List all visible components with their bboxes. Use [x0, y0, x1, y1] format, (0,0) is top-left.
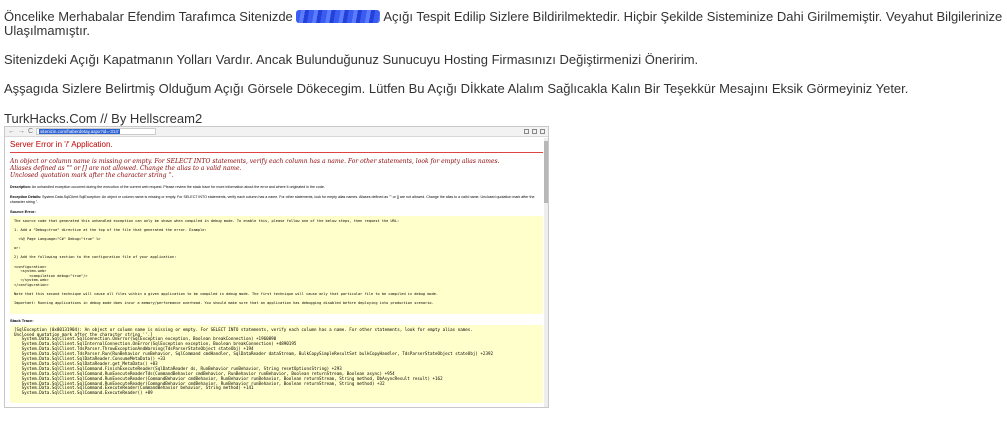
- message-paragraph-2: Sitenizdeki Açığı Kapatmanın Yolları Var…: [4, 52, 699, 67]
- error-line-1: An object or column name is missing or e…: [10, 158, 500, 165]
- error-description: Description: An unhandled exception occu…: [10, 185, 543, 190]
- address-bar: sitenizin.com/haberdetay.aspx?id=-314': [36, 128, 157, 135]
- scrollbar-thumb: [544, 141, 548, 203]
- browser-toolbar: ← → C sitenizin.com/haberdetay.aspx?id=-…: [5, 127, 548, 137]
- menu-icon: [540, 129, 545, 134]
- source-error-code: The source code that generated this unha…: [10, 215, 543, 314]
- forward-arrow-icon: →: [18, 127, 25, 135]
- signature: TurkHacks.Com // By Hellscream2: [4, 111, 203, 126]
- bookmark-icon: [524, 129, 529, 134]
- address-bar-url: sitenizin.com/haberdetay.aspx?id=-314': [39, 129, 120, 134]
- exception-details-label: Exception Details:: [10, 194, 42, 199]
- browser-tool-icons: [524, 129, 545, 134]
- error-page-content: Server Error in '/' Application. An obje…: [5, 137, 548, 406]
- error-line-3: Unclosed quotation mark after the charac…: [10, 172, 174, 180]
- back-arrow-icon: ←: [8, 127, 15, 135]
- stack-trace-code: [SqlException (0x80131904): An object or…: [10, 324, 543, 403]
- redacted-site-name: [296, 10, 381, 23]
- error-message: An object or column name is missing or e…: [10, 158, 543, 180]
- description-text: An unhandled exception occurred during t…: [31, 184, 325, 189]
- error-page-screenshot: ← → C sitenizin.com/haberdetay.aspx?id=-…: [4, 126, 549, 408]
- source-error-heading: Source Error:: [10, 208, 36, 214]
- description-label: Description:: [10, 184, 31, 189]
- message-paragraph-3: Aşşagıda Sizlere Belirtmiş Olduğum Açığı…: [4, 81, 909, 96]
- reload-icon: C: [28, 127, 34, 135]
- message-line1-start: Öncelike Merhabalar Efendim Tarafımca Si…: [4, 9, 293, 24]
- stack-trace-heading: Stack Trace:: [10, 317, 34, 323]
- extension-icon: [532, 129, 537, 134]
- server-error-title: Server Error in '/' Application.: [10, 140, 543, 153]
- message-paragraph-1: Öncelike Merhabalar Efendim Tarafımca Si…: [4, 10, 1004, 38]
- exception-details-text: System.Data.SqlClient.SqlException: An o…: [10, 194, 535, 204]
- exception-details: Exception Details: System.Data.SqlClient…: [10, 195, 543, 205]
- error-line-2: Aliases defined as "" or [] are not allo…: [10, 165, 242, 173]
